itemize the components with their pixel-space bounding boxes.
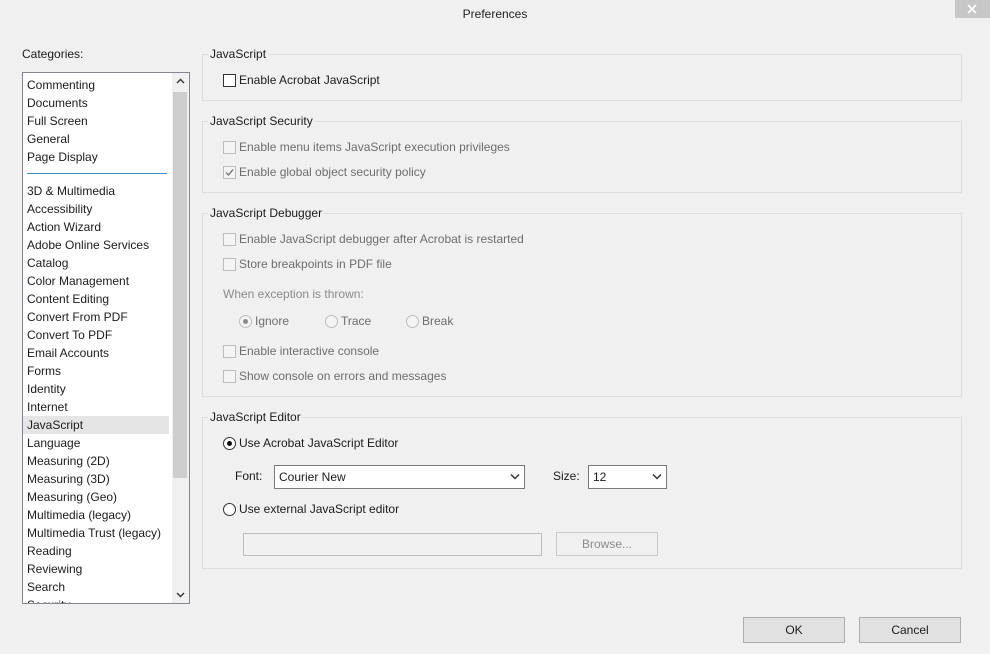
category-item[interactable]: Multimedia (legacy) — [27, 506, 131, 524]
global-policy-label: Enable global object security policy — [239, 165, 426, 179]
category-item[interactable]: Catalog — [27, 254, 68, 272]
scrollbar[interactable] — [172, 73, 189, 603]
category-item[interactable]: Adobe Online Services — [27, 236, 149, 254]
category-item[interactable]: Documents — [27, 94, 88, 112]
javascript-security-title: JavaScript Security — [208, 114, 315, 128]
exception-break-label: Break — [422, 314, 454, 328]
exception-trace-radio[interactable] — [325, 315, 338, 328]
category-item[interactable]: Reading — [27, 542, 72, 560]
interactive-console-checkbox[interactable] — [223, 345, 236, 358]
use-external-editor-label: Use external JavaScript editor — [239, 502, 400, 516]
enable-javascript-label: Enable Acrobat JavaScript — [239, 73, 380, 87]
category-item[interactable]: Language — [27, 434, 80, 452]
use-acrobat-editor-radio[interactable] — [223, 437, 236, 450]
cancel-button[interactable]: Cancel — [859, 617, 961, 643]
exception-label: When exception is thrown: — [223, 287, 364, 301]
category-item[interactable]: Email Accounts — [27, 344, 109, 362]
chevron-down-icon — [652, 473, 662, 480]
store-breakpoints-label: Store breakpoints in PDF file — [239, 257, 392, 271]
scroll-thumb[interactable] — [173, 92, 187, 478]
chevron-up-icon — [176, 78, 185, 84]
category-item[interactable]: Reviewing — [27, 560, 82, 578]
javascript-editor-title: JavaScript Editor — [208, 410, 303, 424]
category-item[interactable]: Convert From PDF — [27, 308, 128, 326]
category-item[interactable]: Convert To PDF — [27, 326, 112, 344]
category-item[interactable]: Measuring (2D) — [27, 452, 110, 470]
font-label: Font: — [235, 469, 263, 483]
category-item[interactable]: Search — [27, 578, 65, 596]
font-select-value: Courier New — [279, 470, 346, 484]
show-console-label: Show console on errors and messages — [239, 369, 447, 383]
categories-label: Categories: — [22, 47, 84, 61]
category-item[interactable]: Forms — [27, 362, 61, 380]
category-item[interactable]: General — [27, 130, 70, 148]
close-icon — [967, 4, 977, 14]
category-item[interactable]: Internet — [27, 398, 68, 416]
category-item[interactable]: Measuring (Geo) — [27, 488, 117, 506]
exception-break-radio[interactable] — [406, 315, 419, 328]
category-item[interactable]: Accessibility — [27, 200, 92, 218]
category-item[interactable]: Measuring (3D) — [27, 470, 110, 488]
categories-separator — [27, 173, 167, 174]
menu-privileges-checkbox[interactable] — [223, 141, 236, 154]
exception-ignore-radio[interactable] — [239, 315, 252, 328]
exception-ignore-label: Ignore — [255, 314, 290, 328]
javascript-group-title: JavaScript — [208, 47, 269, 61]
enable-debugger-checkbox[interactable] — [223, 233, 236, 246]
category-item[interactable]: Commenting — [27, 76, 95, 94]
global-policy-checkbox[interactable] — [223, 166, 236, 179]
scroll-up-button[interactable] — [172, 73, 189, 90]
store-breakpoints-checkbox[interactable] — [223, 258, 236, 271]
category-item[interactable]: JavaScript — [23, 416, 169, 434]
external-editor-path-input[interactable] — [243, 533, 542, 556]
radio-selected-dot — [243, 319, 248, 324]
javascript-debugger-title: JavaScript Debugger — [208, 206, 325, 220]
category-item[interactable]: Page Display — [27, 148, 98, 166]
scroll-down-button[interactable] — [172, 586, 189, 603]
size-select[interactable]: 12 — [588, 465, 667, 489]
font-select[interactable]: Courier New — [274, 465, 525, 489]
category-item[interactable]: Content Editing — [27, 290, 109, 308]
size-select-value: 12 — [593, 470, 607, 484]
window-title: Preferences — [462, 7, 528, 21]
chevron-down-icon — [510, 473, 520, 480]
category-item[interactable]: Color Management — [27, 272, 129, 290]
use-external-editor-radio[interactable] — [223, 503, 236, 516]
use-acrobat-editor-label: Use Acrobat JavaScript Editor — [239, 436, 399, 450]
radio-selected-dot — [227, 441, 232, 446]
show-console-checkbox[interactable] — [223, 370, 236, 383]
category-item[interactable]: Action Wizard — [27, 218, 101, 236]
javascript-security-group — [202, 121, 962, 193]
close-button[interactable] — [955, 0, 990, 18]
interactive-console-label: Enable interactive console — [239, 344, 380, 358]
menu-privileges-label: Enable menu items JavaScript execution p… — [239, 140, 510, 154]
exception-trace-label: Trace — [341, 314, 372, 328]
chevron-down-icon — [176, 592, 185, 598]
categories-list[interactable]: Commenting Documents Full Screen General Pag… — [22, 72, 190, 604]
category-item[interactable]: Security — [27, 596, 70, 603]
browse-button[interactable]: Browse... — [556, 532, 658, 556]
ok-button[interactable]: OK — [743, 617, 845, 643]
category-item[interactable]: 3D & Multimedia — [27, 182, 115, 200]
category-item[interactable]: Full Screen — [27, 112, 88, 130]
enable-debugger-label: Enable JavaScript debugger after Acrobat… — [239, 232, 524, 246]
enable-javascript-checkbox[interactable] — [223, 74, 236, 87]
checkmark-icon — [225, 169, 234, 177]
category-item[interactable]: Multimedia Trust (legacy) — [27, 524, 161, 542]
size-label: Size: — [553, 469, 580, 483]
category-item[interactable]: Identity — [27, 380, 66, 398]
